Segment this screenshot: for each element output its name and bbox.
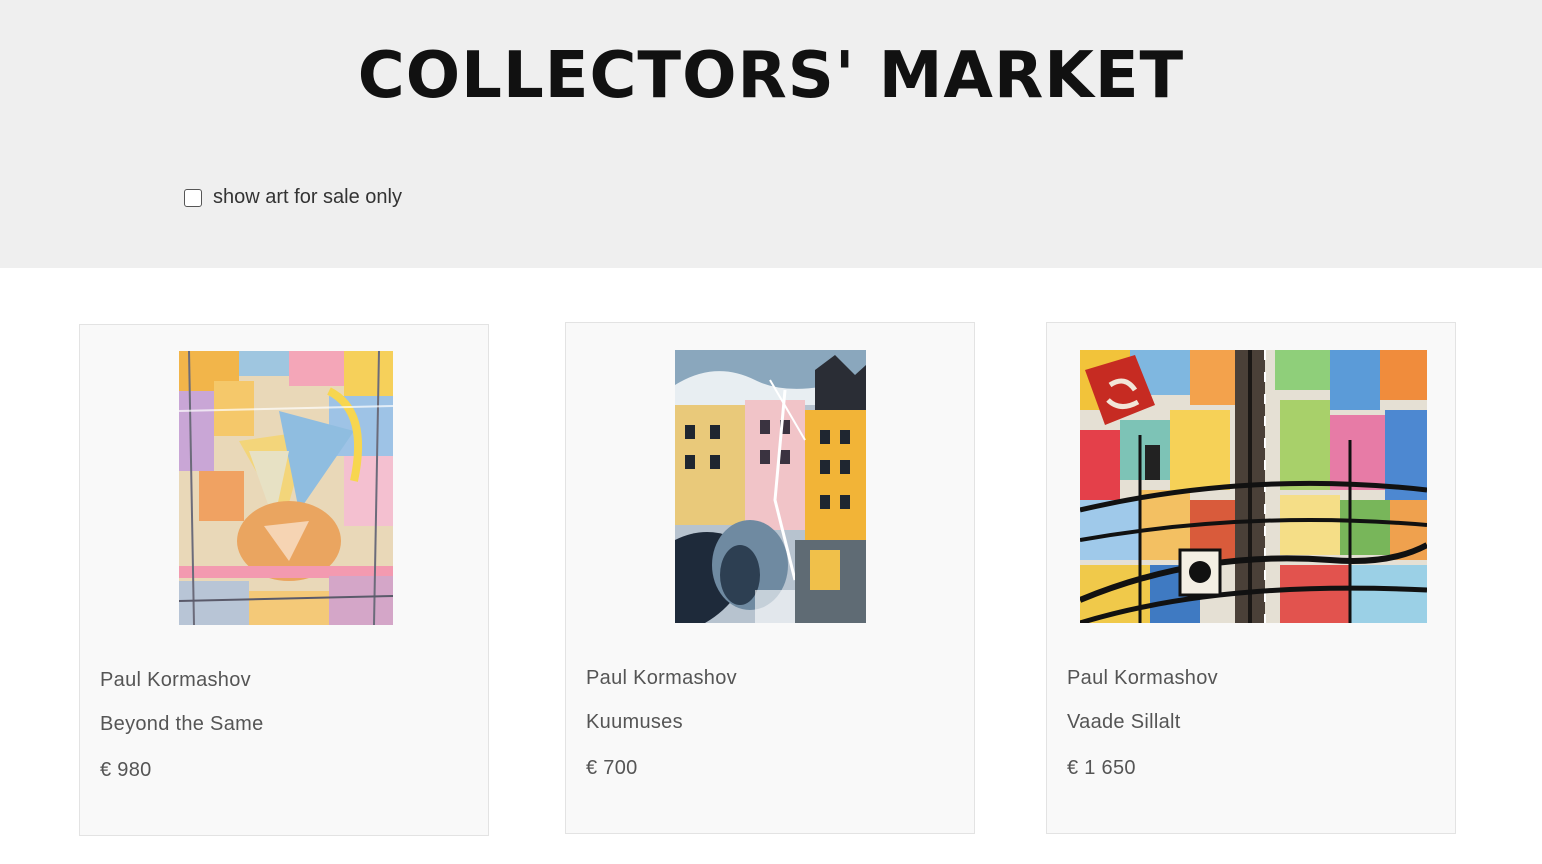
artwork-card[interactable]: Paul Kormashov Beyond the Same € 980 (79, 324, 489, 836)
artwork-price: € 1 650 (1067, 757, 1136, 779)
for-sale-checkbox-label[interactable]: show art for sale only (213, 186, 402, 209)
artwork-image[interactable] (179, 351, 393, 625)
artwork-card[interactable]: Paul Kormashov Kuumuses € 700 (565, 322, 975, 834)
artwork-title[interactable]: Kuumuses (586, 711, 683, 734)
artwork-image[interactable] (675, 350, 866, 623)
artwork-image[interactable] (1080, 350, 1427, 623)
artwork-price: € 700 (586, 757, 638, 779)
artwork-artist[interactable]: Paul Kormashov (100, 669, 251, 692)
artwork-card[interactable]: Paul Kormashov Vaade Sillalt € 1 650 (1046, 322, 1456, 834)
page-title: COLLECTORS' MARKET (357, 39, 1185, 113)
artwork-artist[interactable]: Paul Kormashov (1067, 667, 1218, 690)
artwork-title[interactable]: Beyond the Same (100, 713, 264, 736)
for-sale-checkbox[interactable] (184, 188, 202, 207)
artwork-title[interactable]: Vaade Sillalt (1067, 711, 1181, 734)
artwork-price: € 980 (100, 759, 152, 781)
for-sale-filter[interactable]: show art for sale only (184, 186, 402, 209)
artwork-artist[interactable]: Paul Kormashov (586, 667, 737, 690)
header-banner: COLLECTORS' MARKET show art for sale onl… (0, 0, 1542, 268)
